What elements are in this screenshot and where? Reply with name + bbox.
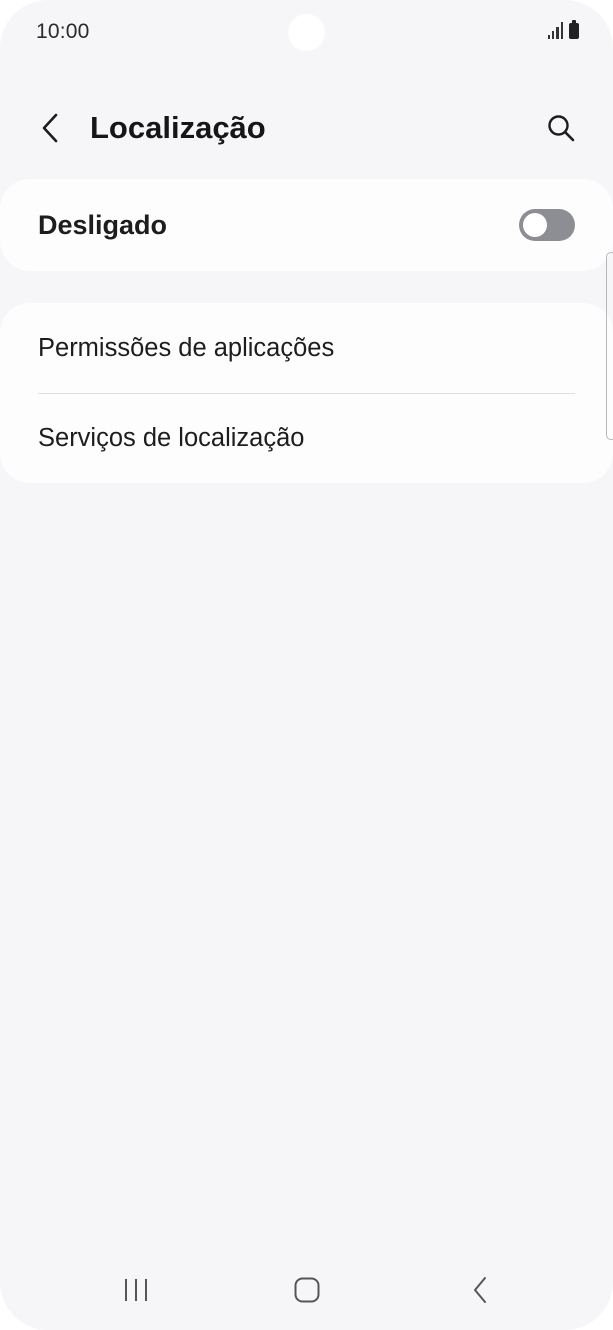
back-icon — [474, 1277, 486, 1303]
chevron-left-icon — [42, 113, 58, 143]
home-button[interactable] — [277, 1268, 337, 1312]
navigation-bar — [0, 1258, 613, 1322]
status-bar: 10:00 — [0, 0, 613, 64]
list-item-label: Serviços de localização — [38, 424, 305, 452]
signal-icon — [547, 22, 563, 39]
list-item-app-permissions[interactable]: Permissões de aplicações — [0, 303, 613, 393]
app-bar: Localização — [0, 92, 613, 164]
location-toggle[interactable] — [519, 209, 575, 241]
search-icon — [548, 115, 575, 142]
status-time: 10:00 — [36, 20, 90, 43]
back-button[interactable] — [30, 106, 70, 150]
recents-icon — [125, 1279, 147, 1301]
list-item-label: Permissões de aplicações — [38, 334, 335, 362]
camera-cutout — [288, 14, 325, 51]
list-item-location-services[interactable]: Serviços de localização — [0, 393, 613, 483]
status-icons — [547, 20, 579, 39]
home-icon — [294, 1277, 320, 1303]
search-button[interactable] — [539, 106, 583, 150]
scrollbar[interactable] — [606, 252, 613, 440]
page-title: Localização — [90, 110, 266, 145]
nav-back-button[interactable] — [450, 1268, 510, 1312]
master-switch-label: Desligado — [38, 210, 168, 240]
toggle-knob — [523, 213, 547, 237]
phone-screen: 10:00 Localização Desligado Permissões d… — [0, 0, 613, 1330]
battery-icon — [569, 20, 579, 39]
recents-button[interactable] — [106, 1268, 166, 1312]
location-settings-list: Permissões de aplicações Serviços de loc… — [0, 303, 613, 483]
